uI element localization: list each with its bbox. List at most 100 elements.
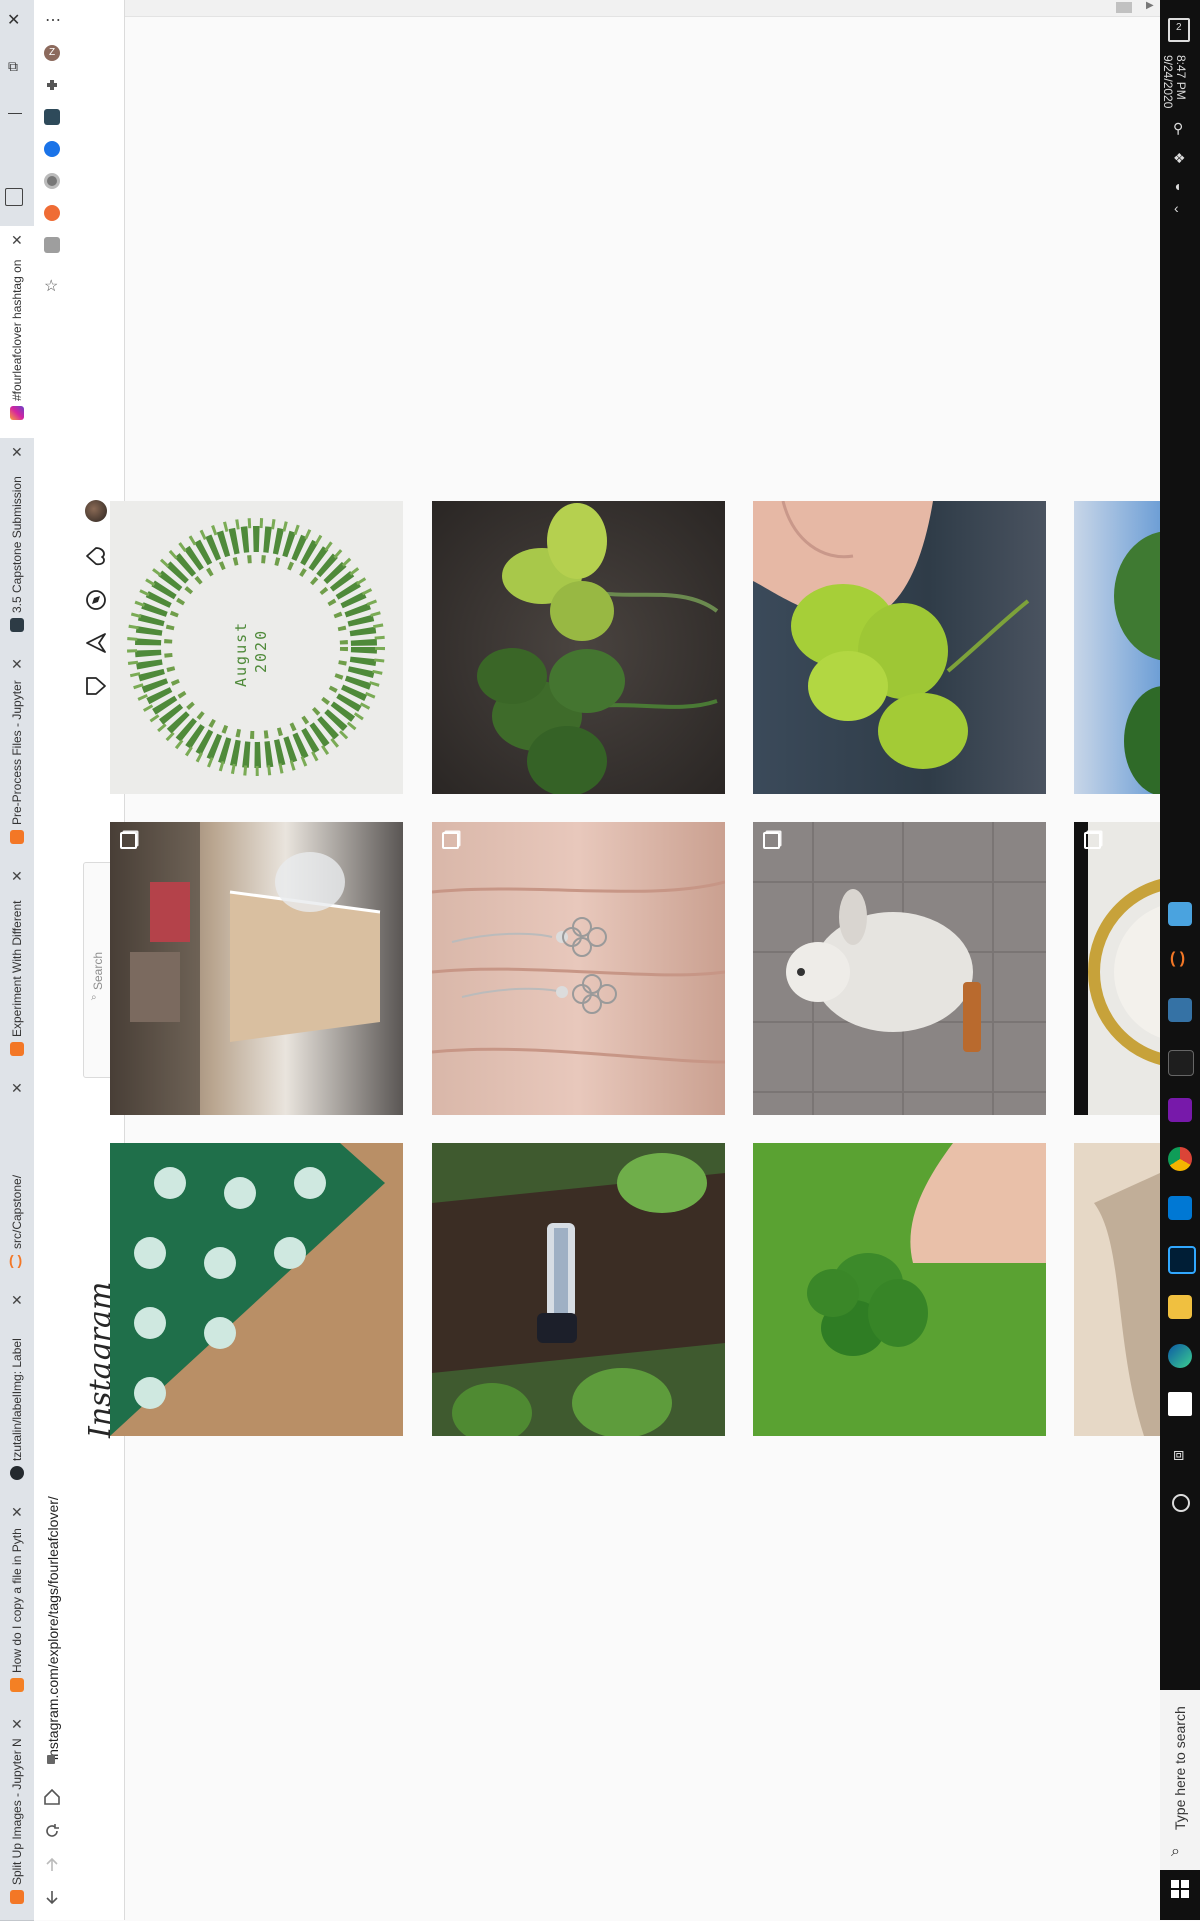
wreath-caption-line2: 2020 xyxy=(252,628,270,673)
brackets-app-icon[interactable]: ( ) xyxy=(1170,950,1185,968)
volume-icon[interactable]: ◖ xyxy=(1173,178,1181,194)
microsoft-store-app-icon[interactable] xyxy=(1168,1392,1192,1416)
search-placeholder: Search xyxy=(91,951,105,990)
post-iced-drink[interactable] xyxy=(110,822,403,1115)
wreath-caption-line1: August xyxy=(232,620,250,687)
bracelet-tree-image xyxy=(432,1153,725,1436)
post-white-rabbit[interactable] xyxy=(753,822,1046,1115)
post-clover-grass[interactable] xyxy=(753,1143,1046,1436)
post-clover-hand[interactable] xyxy=(753,501,1046,794)
tab-close-button[interactable]: ✕ xyxy=(11,1716,23,1733)
window-restore-button[interactable]: ⧉ xyxy=(8,58,18,76)
terminal-app-icon[interactable] xyxy=(1168,1050,1194,1076)
post-bracelet-tree[interactable] xyxy=(432,1143,725,1436)
post-clover-dark[interactable] xyxy=(432,501,725,794)
tray-date[interactable]: 9/24/2020 xyxy=(1161,55,1175,108)
scrollbar-thumb[interactable] xyxy=(1116,2,1132,13)
back-button-icon[interactable] xyxy=(42,1888,62,1911)
post-clover-wreath[interactable]: August 2020 xyxy=(110,501,403,794)
window-close-button[interactable]: ✕ xyxy=(7,10,20,30)
github-favicon-icon xyxy=(10,1466,24,1480)
brackets-favicon-icon: ( ) xyxy=(9,1252,23,1268)
ceramic-plate-image xyxy=(1074,822,1160,1115)
browser-menu-button[interactable]: ⋯ xyxy=(45,10,61,30)
post-ceramic-plate[interactable] xyxy=(1074,822,1160,1115)
tab-close-button[interactable]: ✕ xyxy=(11,868,23,885)
chrome-app-icon[interactable] xyxy=(1168,1147,1192,1171)
clover-dark-image xyxy=(477,503,719,794)
show-hidden-icons-chevron-icon[interactable]: ‹ xyxy=(1174,200,1179,216)
task-view-icon[interactable]: ⧈ xyxy=(1173,1444,1184,1465)
tab-title: Experiment With Different xyxy=(10,900,24,1038)
vscode-app-icon[interactable] xyxy=(1168,1196,1192,1220)
notifications-icon[interactable]: 2 xyxy=(1168,18,1190,42)
extension-ring-icon[interactable] xyxy=(44,173,60,189)
dropbox-icon[interactable]: ❖ xyxy=(1173,150,1186,167)
tab-close-button[interactable]: ✕ xyxy=(11,444,23,461)
tab-capstone-submission[interactable]: ✕ 3.5 Capstone Submission xyxy=(0,438,34,651)
tab-fourleafclover[interactable]: ✕ #fourleafclover hashtag on xyxy=(0,226,34,439)
clover-hand-image xyxy=(753,501,1030,769)
stackoverflow-favicon-icon xyxy=(10,1678,24,1692)
tab-title: Split Up Images - Jupyter N xyxy=(10,1738,24,1885)
clover-earrings-image xyxy=(432,880,725,1064)
horizontal-scrollbar[interactable]: ◀ ▶ xyxy=(70,0,1160,17)
extension-blue-icon[interactable] xyxy=(44,141,60,157)
activity-heart-icon[interactable] xyxy=(85,545,107,567)
photoshop-app-icon[interactable] xyxy=(1168,1246,1196,1274)
tab-close-button[interactable]: ✕ xyxy=(11,656,23,673)
search-icon: ⌕ xyxy=(91,992,97,1003)
profile-avatar[interactable] xyxy=(85,500,107,522)
edge-app-icon[interactable] xyxy=(1168,1344,1192,1368)
reload-button-icon[interactable] xyxy=(42,1822,62,1845)
file-explorer-app-icon[interactable] xyxy=(1168,1295,1192,1319)
taskbar-search-icon: ⌕ xyxy=(1171,1843,1180,1860)
taskbar-search-text: Type here to search xyxy=(1172,1706,1188,1830)
tab-copy-file-python[interactable]: ✕ How do I copy a file in Pyth xyxy=(0,1498,34,1711)
extensions-icon[interactable] xyxy=(44,77,60,93)
address-bar-url[interactable]: instagram.com/explore/tags/fourleafclove… xyxy=(45,1496,61,1760)
extension-grey-icon[interactable] xyxy=(44,237,60,253)
tab-preprocess-files[interactable]: ✕ Pre-Process Files - Jupyter xyxy=(0,650,34,863)
network-icon[interactable]: ⚲ xyxy=(1173,120,1183,137)
extension-orange-icon[interactable] xyxy=(44,205,60,221)
cortana-icon[interactable] xyxy=(1172,1494,1190,1512)
home-button-icon[interactable] xyxy=(42,1788,62,1811)
post-shadow-sand[interactable] xyxy=(1074,1143,1160,1436)
tab-title: src/Capstone/ xyxy=(10,1174,24,1249)
tab-experiment[interactable]: ✕ Experiment With Different xyxy=(0,862,34,1075)
tray-time[interactable]: 8:47 PM xyxy=(1174,55,1188,100)
tab-title: #fourleafclover hashtag on xyxy=(10,259,24,401)
forward-button-icon[interactable] xyxy=(42,1856,62,1879)
white-rabbit-image xyxy=(753,822,1046,1115)
tab-actions-icon[interactable] xyxy=(5,188,23,206)
tab-close-button[interactable]: ✕ xyxy=(11,1080,23,1097)
clover-grass-image xyxy=(753,1143,1046,1436)
tab-title: tzutalin/labelImg: Label xyxy=(10,1338,24,1461)
tab-close-button[interactable]: ✕ xyxy=(11,232,23,249)
jupyter-favicon-icon xyxy=(10,1890,24,1904)
python-app-icon[interactable] xyxy=(1168,998,1192,1022)
calculator-app-icon[interactable] xyxy=(1168,902,1192,926)
onenote-app-icon[interactable] xyxy=(1168,1098,1192,1122)
tab-src-capstone[interactable]: ✕ src/Capstone/ ( ) xyxy=(0,1074,34,1287)
window-minimize-button[interactable]: — xyxy=(8,104,22,122)
profile-avatar-button[interactable]: Z xyxy=(44,45,60,61)
home-icon[interactable] xyxy=(85,675,107,697)
tab-split-up-images[interactable]: ✕ Split Up Images - Jupyter N xyxy=(0,1710,34,1921)
instagram-favicon-icon xyxy=(10,406,24,420)
multi-image-icon xyxy=(442,832,459,849)
tab-close-button[interactable]: ✕ xyxy=(11,1292,23,1309)
windows-start-icon[interactable] xyxy=(1171,1880,1189,1898)
post-clover-sky[interactable] xyxy=(1074,501,1160,794)
tab-title: How do I copy a file in Pyth xyxy=(10,1528,24,1673)
bookmark-star-icon[interactable]: ☆ xyxy=(44,276,58,296)
post-clover-earrings[interactable] xyxy=(432,822,725,1115)
tab-close-button[interactable]: ✕ xyxy=(11,1504,23,1521)
direct-icon[interactable] xyxy=(85,632,107,654)
scroll-right-arrow-icon[interactable]: ▶ xyxy=(1146,0,1154,11)
tab-labelimg[interactable]: ✕ tzutalin/labelImg: Label xyxy=(0,1286,34,1499)
post-shamrock-phonecase[interactable] xyxy=(110,1143,403,1436)
extension-chart-icon[interactable] xyxy=(44,109,60,125)
explore-icon[interactable] xyxy=(85,589,107,611)
